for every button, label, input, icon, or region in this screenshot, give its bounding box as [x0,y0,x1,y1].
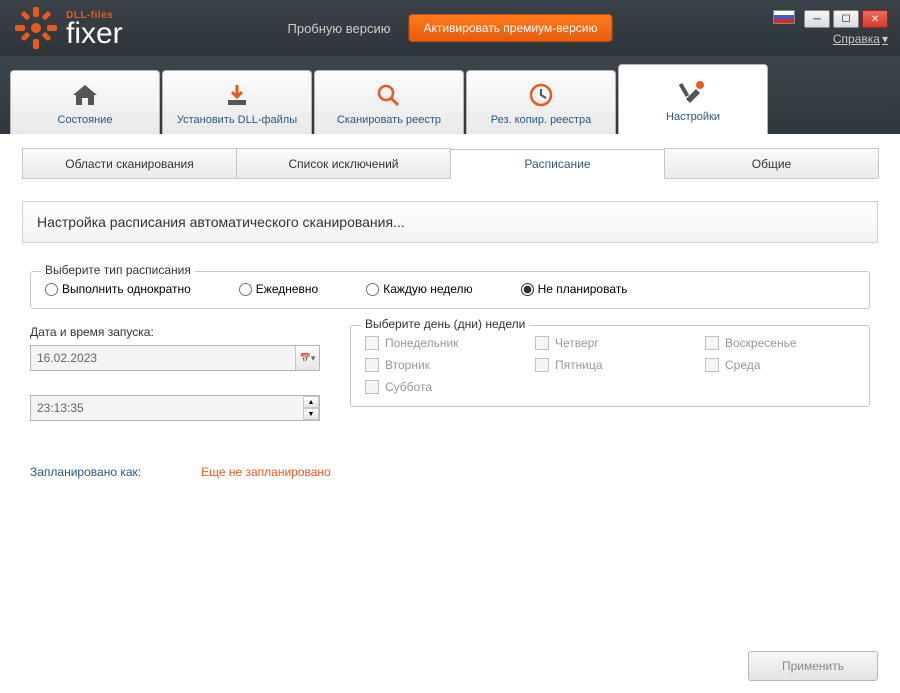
time-spin-up[interactable]: ▲ [303,396,319,408]
main-tab-home[interactable]: Состояние [10,70,160,134]
language-flag-icon[interactable] [773,10,795,24]
sub-tab-1[interactable]: Список исключений [236,148,451,178]
day-label: Воскресенье [725,336,797,350]
main-tab-search[interactable]: Сканировать реестр [314,70,464,134]
day-item-2[interactable]: Воскресенье [705,336,855,350]
sub-tab-3[interactable]: Общие [664,148,879,178]
schedule-type-legend: Выберите тип расписания [41,263,195,277]
day-item-5[interactable]: Среда [705,358,855,372]
schedule-radio-0[interactable] [45,283,58,296]
schedule-radio-1[interactable] [239,283,252,296]
datetime-label: Дата и время запуска: [30,325,320,339]
day-item-0[interactable]: Понедельник [365,336,515,350]
day-checkbox[interactable] [705,358,719,372]
day-label: Четверг [555,336,599,350]
trial-label: Пробную версию [288,21,391,36]
scheduled-as-value: Еще не запланировано [201,465,331,479]
days-group: Выберите день (дни) недели ПонедельникЧе… [350,325,870,407]
help-link[interactable]: Справка ▾ [833,32,888,46]
date-input[interactable] [30,345,320,371]
panel-title: Настройка расписания автоматического ска… [22,201,878,243]
app-logo: DLL-files fixer [12,4,123,52]
time-input[interactable] [30,395,320,421]
schedule-option-0[interactable]: Выполнить однократно [45,282,191,296]
days-legend: Выберите день (дни) недели [361,317,529,331]
day-checkbox[interactable] [705,336,719,350]
schedule-option-1[interactable]: Ежедневно [239,282,318,296]
activate-premium-button[interactable]: Активировать премиум-версию [409,14,613,42]
schedule-type-group: Выберите тип расписания Выполнить однокр… [30,271,870,309]
search-icon [374,80,404,110]
day-item-3[interactable]: Вторник [365,358,515,372]
day-label: Среда [725,358,760,372]
day-label: Пятница [555,358,603,372]
download-icon [222,80,252,110]
sub-tab-0[interactable]: Области сканирования [22,148,237,178]
logo-fixer-text: fixer [66,21,123,47]
close-button[interactable]: ✕ [862,10,888,28]
day-item-4[interactable]: Пятница [535,358,685,372]
tools-icon [678,77,708,107]
calendar-icon[interactable]: 📅▾ [295,346,319,370]
schedule-option-3[interactable]: Не планировать [521,282,628,296]
home-icon [70,80,100,110]
day-checkbox[interactable] [365,380,379,394]
schedule-option-2[interactable]: Каждую неделю [366,282,472,296]
main-tab-clock[interactable]: Рез. копир. реестра [466,70,616,134]
day-checkbox[interactable] [535,336,549,350]
main-tab-label: Установить DLL-файлы [177,114,297,126]
day-checkbox[interactable] [535,358,549,372]
day-item-6[interactable]: Суббота [365,380,515,394]
schedule-radio-2[interactable] [366,283,379,296]
day-label: Вторник [385,358,430,372]
day-label: Суббота [385,380,432,394]
main-tab-label: Сканировать реестр [337,114,441,126]
main-tab-tools[interactable]: Настройки [618,64,768,134]
minimize-button[interactable]: ─ [804,10,830,28]
sub-tab-2[interactable]: Расписание [450,149,665,179]
main-tab-label: Состояние [58,114,113,126]
logo-icon [12,4,60,52]
schedule-radio-3[interactable] [521,283,534,296]
main-tab-download[interactable]: Установить DLL-файлы [162,70,312,134]
day-item-1[interactable]: Четверг [535,336,685,350]
main-tab-label: Настройки [666,111,720,123]
day-checkbox[interactable] [365,358,379,372]
clock-icon [526,80,556,110]
day-checkbox[interactable] [365,336,379,350]
maximize-button[interactable]: ☐ [833,10,859,28]
day-label: Понедельник [385,336,458,350]
time-spin-down[interactable]: ▼ [303,408,319,420]
scheduled-as-label: Запланировано как: [30,465,141,479]
apply-button[interactable]: Применить [748,651,878,681]
main-tab-label: Рез. копир. реестра [491,114,591,126]
